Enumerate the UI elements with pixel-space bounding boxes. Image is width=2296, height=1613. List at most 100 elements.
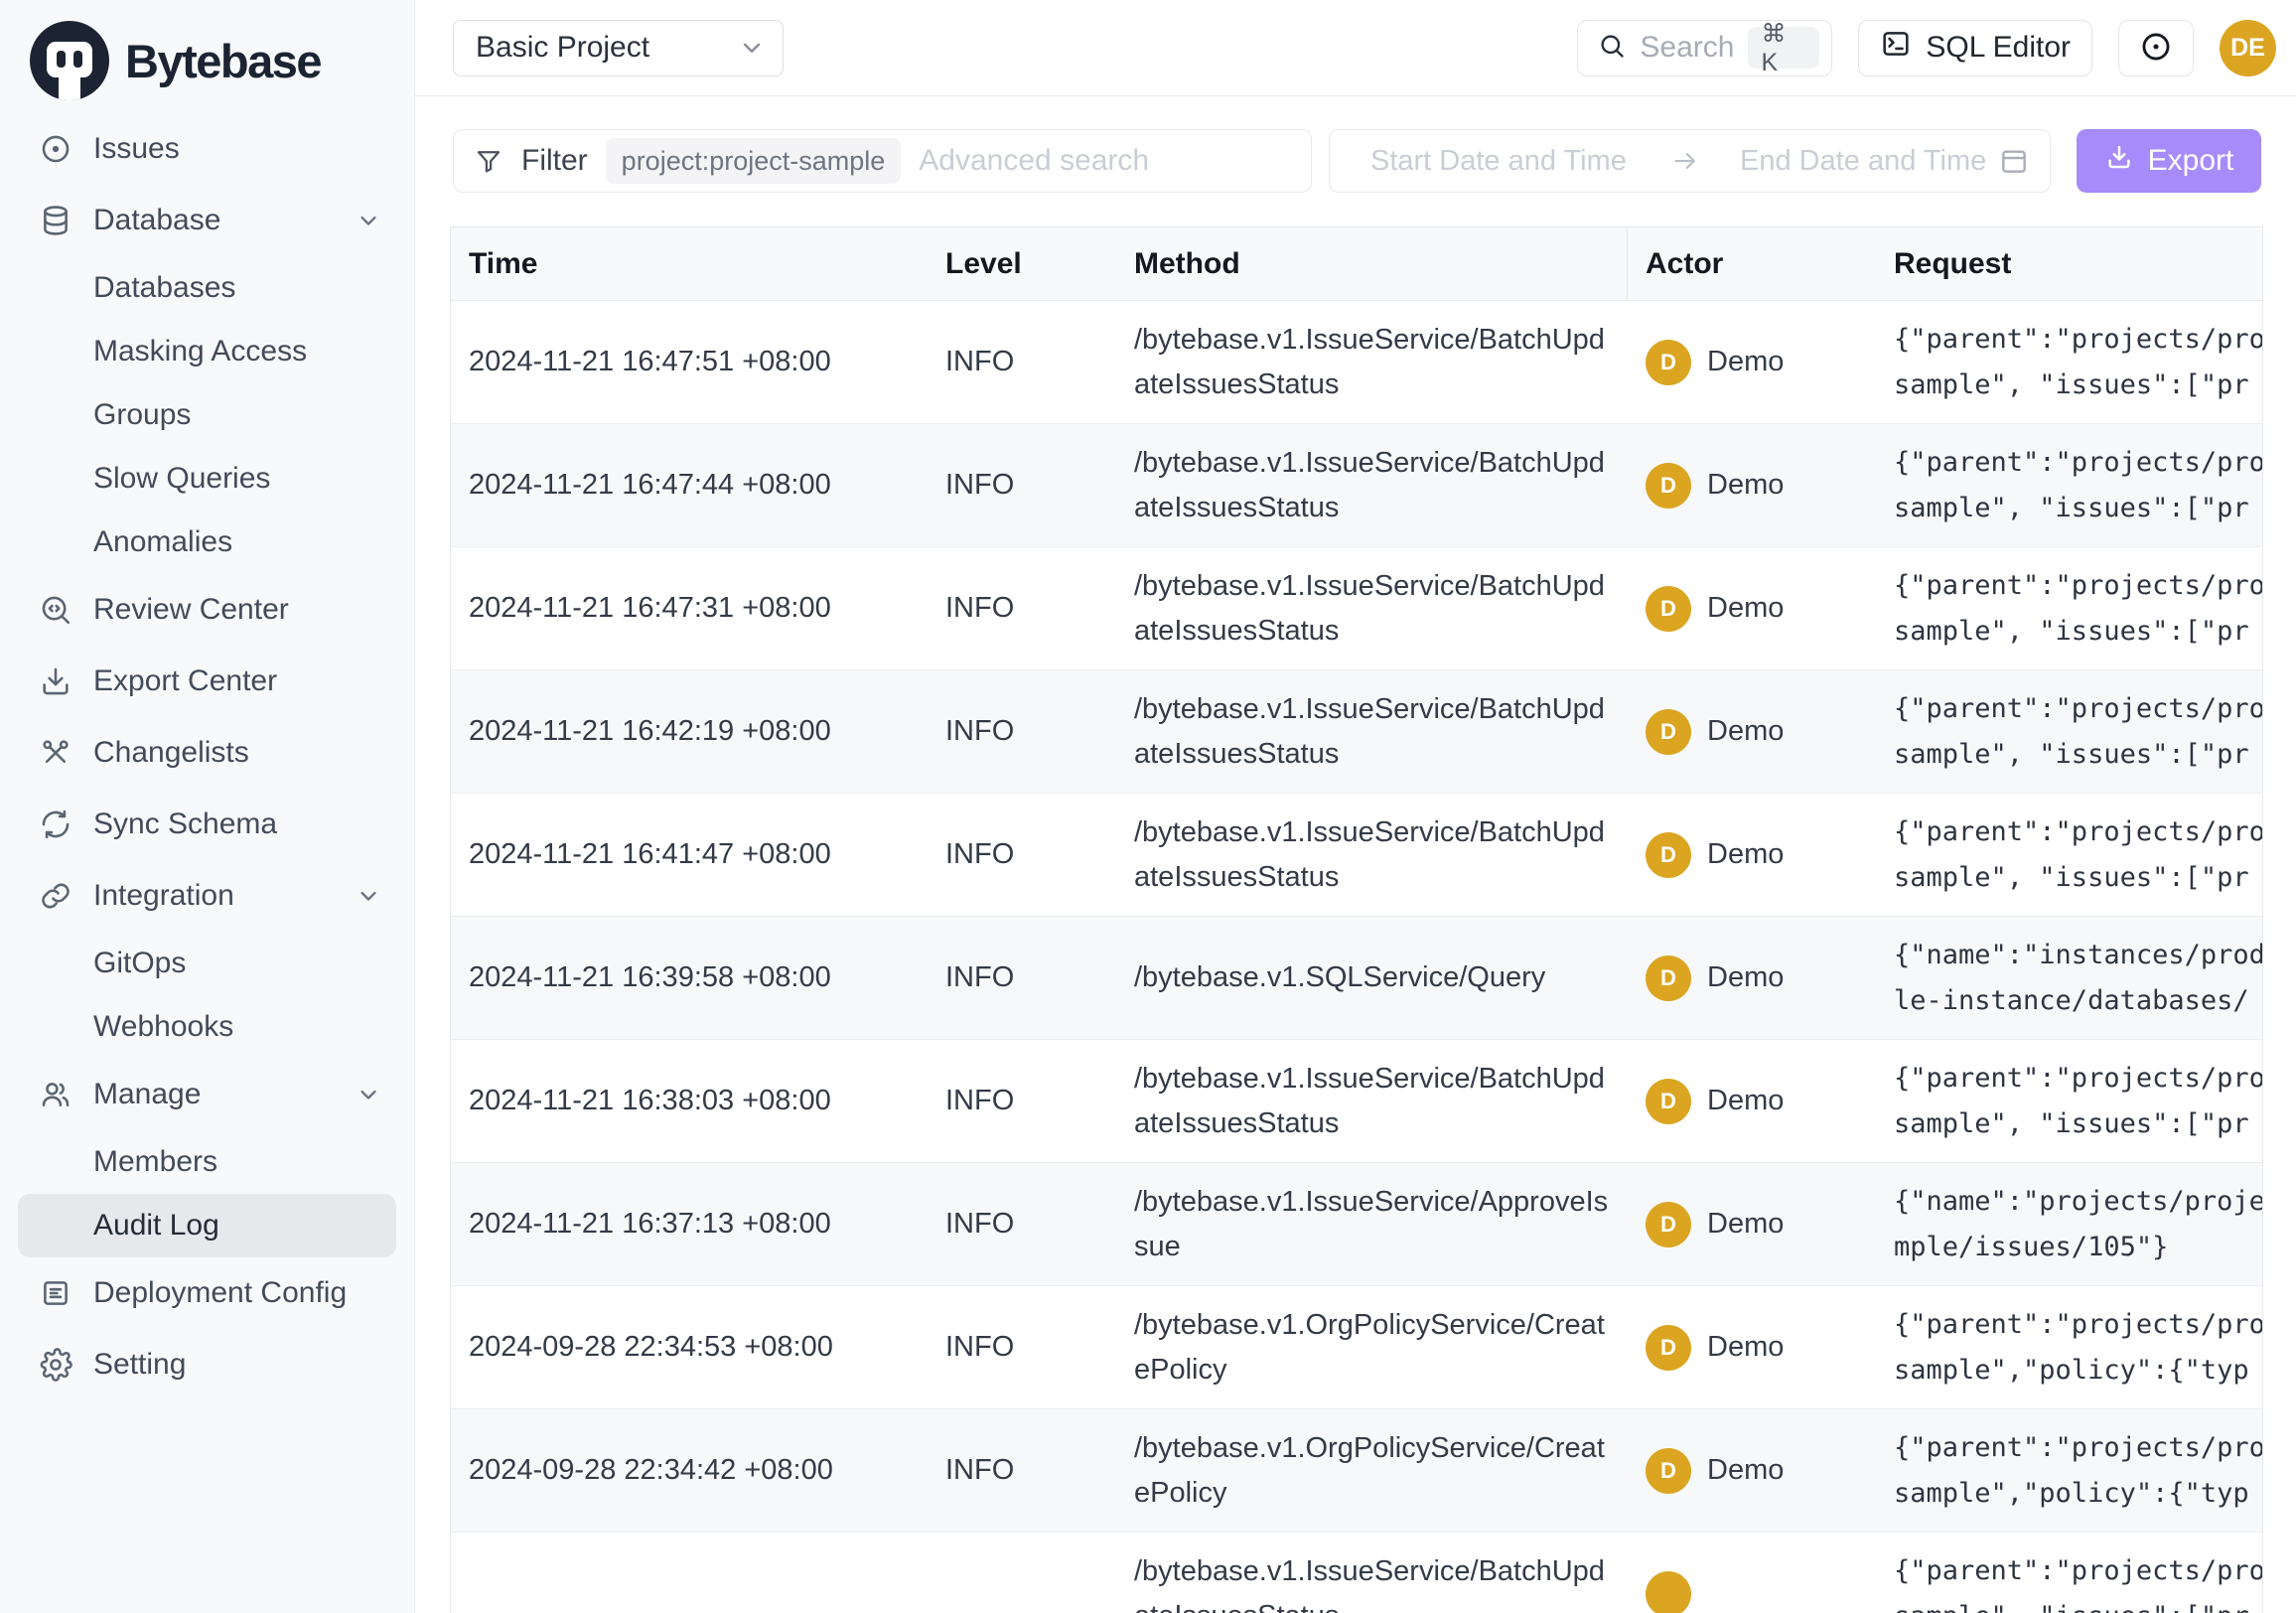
table-body: 2024-11-21 16:47:51 +08:00INFO/bytebase.… <box>451 301 2262 1613</box>
actor-name: Demo <box>1707 346 1784 378</box>
cell-method: /bytebase.v1.IssueService/BatchUpdateIss… <box>1116 687 1628 777</box>
cell-actor: DDemo <box>1628 586 1876 632</box>
sidebar-item-deployment-config[interactable]: Deployment Config <box>18 1257 396 1329</box>
sidebar-item-label: Manage <box>93 1078 201 1111</box>
audit-log-row[interactable]: 2024-11-21 16:41:47 +08:00INFO/bytebase.… <box>451 794 2262 917</box>
brand-logo[interactable]: Bytebase <box>0 18 414 103</box>
sidebar-item-webhooks[interactable]: Webhooks <box>18 995 396 1059</box>
sidebar-item-label: Setting <box>93 1348 186 1382</box>
search-placeholder: Search <box>1640 31 1734 65</box>
audit-log-row[interactable]: 2024-11-21 16:37:13 +08:00INFO/bytebase.… <box>451 1163 2262 1286</box>
cell-level: INFO <box>928 469 1116 502</box>
project-selector[interactable]: Basic Project <box>453 20 784 76</box>
export-center-icon <box>36 661 75 701</box>
method-text: /bytebase.v1.IssueService/BatchUpdateIss… <box>1134 810 1613 900</box>
sidebar-item-label: Audit Log <box>93 1209 219 1243</box>
cell-actor: DDemo <box>1628 463 1876 509</box>
audit-log-row[interactable]: 2024-09-28 22:34:53 +08:00INFO/bytebase.… <box>451 1286 2262 1409</box>
sidebar-item-label: GitOps <box>93 947 186 980</box>
audit-log-row[interactable]: 2024-11-21 16:47:51 +08:00INFO/bytebase.… <box>451 301 2262 424</box>
date-range-picker[interactable]: Start Date and Time End Date and Time <box>1329 129 2051 193</box>
chevron-down-icon <box>355 882 382 910</box>
filter-label: Filter <box>521 144 588 178</box>
brand-name: Bytebase <box>125 34 321 88</box>
sidebar-item-gitops[interactable]: GitOps <box>18 932 396 995</box>
sidebar-item-anomalies[interactable]: Anomalies <box>18 511 396 574</box>
filter-scope-chip[interactable]: project:project-sample <box>606 138 902 184</box>
actor-avatar: D <box>1646 1079 1691 1124</box>
sidebar-item-review-center[interactable]: Review Center <box>18 574 396 646</box>
cell-method: /bytebase.v1.IssueService/BatchUpdateIss… <box>1116 810 1628 900</box>
cell-actor: DDemo <box>1628 1325 1876 1371</box>
audit-log-row[interactable]: 2024-11-21 16:38:03 +08:00INFO/bytebase.… <box>451 1040 2262 1163</box>
cell-request: {"parent":"projects/project-sample","pol… <box>1876 1425 2262 1517</box>
audit-log-row[interactable]: 2024-11-21 16:39:58 +08:00INFO/bytebase.… <box>451 917 2262 1040</box>
export-label: Export <box>2148 144 2234 178</box>
cell-time: 2024-11-21 16:39:58 +08:00 <box>451 961 928 994</box>
filter-search-input[interactable]: Filter project:project-sample Advanced s… <box>453 129 1312 193</box>
sidebar-item-changelists[interactable]: Changelists <box>18 717 396 789</box>
actor-name: Demo <box>1707 1085 1784 1117</box>
sidebar-item-audit-log[interactable]: Audit Log <box>18 1194 396 1257</box>
search-shortcut-kbd: ⌘ K <box>1748 27 1819 69</box>
export-button[interactable]: Export <box>2077 129 2261 193</box>
actor-name: Demo <box>1707 592 1784 625</box>
sidebar: Bytebase Issues Database DatabasesMasking … <box>0 0 415 1613</box>
end-date-placeholder: End Date and Time <box>1740 145 1986 178</box>
cell-level: INFO <box>928 1085 1116 1117</box>
sidebar-item-databases[interactable]: Databases <box>18 256 396 320</box>
sidebar-item-label: Issues <box>93 132 180 166</box>
sidebar-item-members[interactable]: Members <box>18 1130 396 1194</box>
request-json-text: {"parent":"projects/project-sample", "is… <box>1894 1056 2262 1147</box>
sync-schema-icon <box>36 805 75 844</box>
cell-method: /bytebase.v1.IssueService/BatchUpdateIss… <box>1116 1057 1628 1146</box>
sidebar-item-setting[interactable]: Setting <box>18 1329 396 1400</box>
actor-name: Demo <box>1707 961 1784 994</box>
search-input[interactable]: Search ⌘ K <box>1577 20 1832 76</box>
user-avatar[interactable]: DE <box>2220 20 2276 76</box>
method-text: /bytebase.v1.IssueService/BatchUpdateIss… <box>1134 1549 1613 1613</box>
audit-log-row[interactable]: 2024-11-21 16:47:44 +08:00INFO/bytebase.… <box>451 424 2262 547</box>
cell-method: /bytebase.v1.SQLService/Query <box>1116 955 1628 1000</box>
cell-method: /bytebase.v1.IssueService/ApproveIssue <box>1116 1180 1628 1269</box>
audit-log-row[interactable]: 2024-11-21 16:42:19 +08:00INFO/bytebase.… <box>451 670 2262 794</box>
sql-editor-button[interactable]: SQL Editor <box>1858 20 2092 76</box>
request-json-text: {"parent":"projects/project-sample", "is… <box>1894 1548 2262 1613</box>
sidebar-item-export-center[interactable]: Export Center <box>18 646 396 717</box>
request-json-text: {"parent":"projects/project-sample", "is… <box>1894 809 2262 901</box>
cell-request: {"parent":"projects/project-sample", "is… <box>1876 1056 2262 1147</box>
sidebar-item-slow-queries[interactable]: Slow Queries <box>18 447 396 511</box>
changelists-icon <box>36 733 75 773</box>
sidebar-item-label: Changelists <box>93 736 249 770</box>
sidebar-item-groups[interactable]: Groups <box>18 383 396 447</box>
actor-name: Demo <box>1707 715 1784 748</box>
sidebar-item-masking-access[interactable]: Masking Access <box>18 320 396 383</box>
sidebar-item-issues[interactable]: Issues <box>18 113 396 185</box>
sidebar-item-label: Database <box>93 204 220 237</box>
download-icon <box>2104 142 2134 180</box>
method-text: /bytebase.v1.IssueService/ApproveIssue <box>1134 1180 1613 1269</box>
start-date-placeholder: Start Date and Time <box>1370 145 1670 178</box>
chevron-down-icon <box>355 1081 382 1108</box>
sidebar-item-label: Anomalies <box>93 525 232 559</box>
cell-method: /bytebase.v1.OrgPolicyService/CreatePoli… <box>1116 1303 1628 1393</box>
sidebar-item-label: Integration <box>93 879 234 913</box>
topbar: Basic Project Search ⌘ K SQL Editor <box>415 0 2296 96</box>
cell-time: 2024-11-21 16:47:44 +08:00 <box>451 469 928 502</box>
cell-method: /bytebase.v1.IssueService/BatchUpdateIss… <box>1116 441 1628 530</box>
actor-avatar: D <box>1646 1202 1691 1247</box>
sidebar-item-manage[interactable]: Manage <box>18 1059 396 1130</box>
record-status-button[interactable] <box>2118 20 2194 76</box>
audit-log-row[interactable]: 2024-09-28 22:34:42 +08:00INFO/bytebase.… <box>451 1409 2262 1533</box>
sql-editor-label: SQL Editor <box>1926 31 2071 65</box>
audit-log-row[interactable]: 2024-11-21 16:47:31 +08:00INFO/bytebase.… <box>451 547 2262 670</box>
sidebar-item-sync-schema[interactable]: Sync Schema <box>18 789 396 860</box>
sidebar-item-integration[interactable]: Integration <box>18 860 396 932</box>
audit-log-row[interactable]: /bytebase.v1.IssueService/BatchUpdateIss… <box>451 1533 2262 1613</box>
cell-request: {"name":"projects/project-sample/issues/… <box>1876 1179 2262 1270</box>
request-json-text: {"parent":"projects/project-sample","pol… <box>1894 1302 2262 1393</box>
sidebar-item-database[interactable]: Database <box>18 185 396 256</box>
table-header: Time Level Method Actor Request <box>451 227 2262 301</box>
cell-request: {"parent":"projects/project-sample", "is… <box>1876 317 2262 408</box>
column-header-time: Time <box>451 247 928 281</box>
